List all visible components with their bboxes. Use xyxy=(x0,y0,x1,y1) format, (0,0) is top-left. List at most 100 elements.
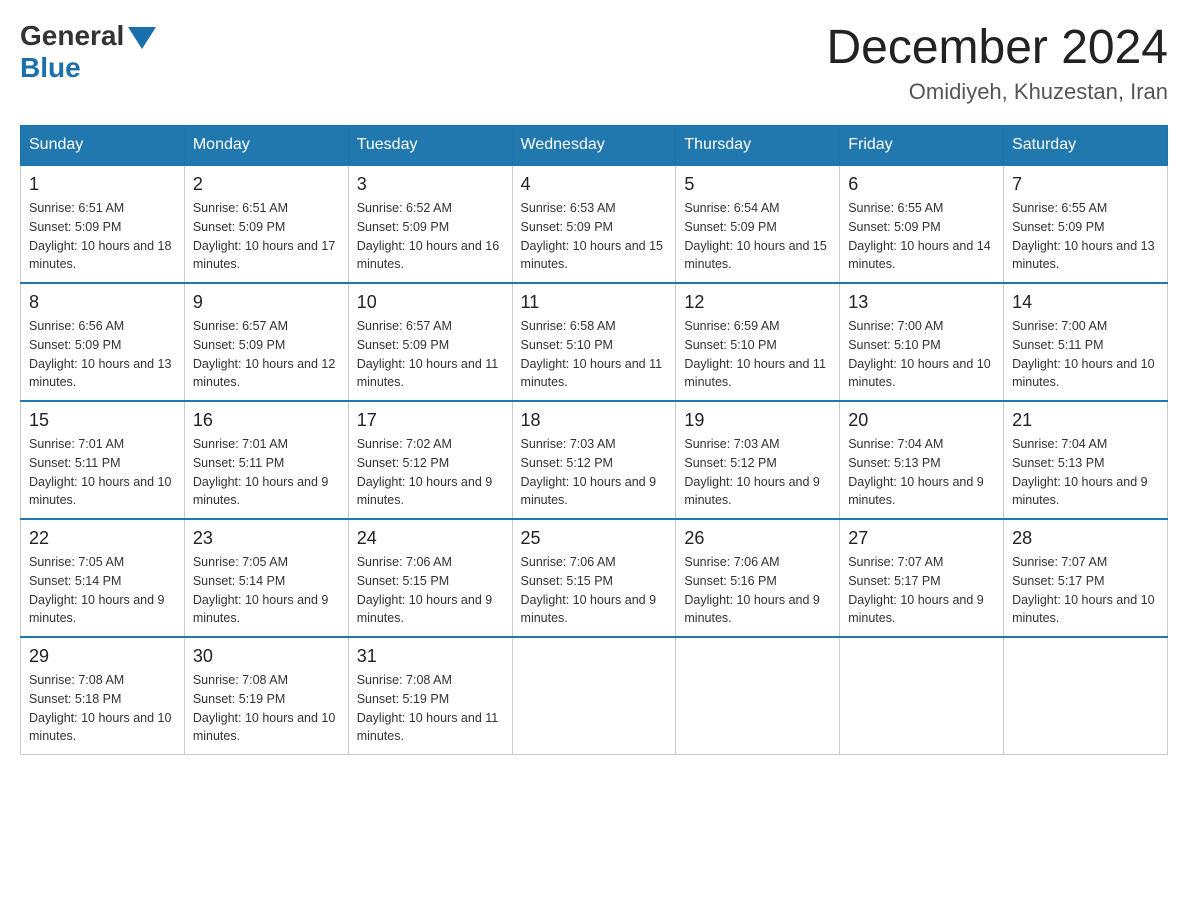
day-info: Sunrise: 6:59 AMSunset: 5:10 PMDaylight:… xyxy=(684,317,831,392)
day-info: Sunrise: 7:07 AMSunset: 5:17 PMDaylight:… xyxy=(848,553,995,628)
calendar-cell: 1 Sunrise: 6:51 AMSunset: 5:09 PMDaylight… xyxy=(21,165,185,283)
calendar-cell: 26 Sunrise: 7:06 AMSunset: 5:16 PMDayligh… xyxy=(676,519,840,637)
calendar-cell: 3 Sunrise: 6:52 AMSunset: 5:09 PMDaylight… xyxy=(348,165,512,283)
calendar-cell: 17Sunrise: 7:02 AMSunset: 5:12 PMDayligh… xyxy=(348,401,512,519)
logo-general-text: General xyxy=(20,20,124,52)
day-info: Sunrise: 7:02 AMSunset: 5:12 PMDaylight:… xyxy=(357,435,504,510)
calendar-cell: 8 Sunrise: 6:56 AMSunset: 5:09 PMDaylight… xyxy=(21,283,185,401)
day-info: Sunrise: 7:05 AMSunset: 5:14 PMDaylight:… xyxy=(29,553,176,628)
day-info: Sunrise: 7:03 AMSunset: 5:12 PMDaylight:… xyxy=(521,435,668,510)
day-number: 23 xyxy=(193,528,340,549)
calendar-cell: 23 Sunrise: 7:05 AMSunset: 5:14 PMDayligh… xyxy=(184,519,348,637)
day-number: 11 xyxy=(521,292,668,313)
day-number: 28 xyxy=(1012,528,1159,549)
day-number: 6 xyxy=(848,174,995,195)
column-header-sunday: Sunday xyxy=(21,126,185,166)
column-header-wednesday: Wednesday xyxy=(512,126,676,166)
column-header-friday: Friday xyxy=(840,126,1004,166)
calendar-cell: 24Sunrise: 7:06 AMSunset: 5:15 PMDayligh… xyxy=(348,519,512,637)
calendar-cell: 4 Sunrise: 6:53 AMSunset: 5:09 PMDaylight… xyxy=(512,165,676,283)
day-number: 3 xyxy=(357,174,504,195)
day-info: Sunrise: 7:05 AMSunset: 5:14 PMDaylight:… xyxy=(193,553,340,628)
day-number: 2 xyxy=(193,174,340,195)
calendar-table: SundayMondayTuesdayWednesdayThursdayFrid… xyxy=(20,125,1168,755)
day-info: Sunrise: 7:00 AMSunset: 5:10 PMDaylight:… xyxy=(848,317,995,392)
day-number: 18 xyxy=(521,410,668,431)
day-number: 25 xyxy=(521,528,668,549)
calendar-cell: 30Sunrise: 7:08 AMSunset: 5:19 PMDayligh… xyxy=(184,637,348,755)
logo-blue-text: Blue xyxy=(20,52,156,84)
calendar-cell: 5 Sunrise: 6:54 AMSunset: 5:09 PMDaylight… xyxy=(676,165,840,283)
calendar-cell: 25 Sunrise: 7:06 AMSunset: 5:15 PMDayligh… xyxy=(512,519,676,637)
logo: General Blue xyxy=(20,20,156,84)
calendar-cell: 9Sunrise: 6:57 AMSunset: 5:09 PMDaylight… xyxy=(184,283,348,401)
calendar-cell: 15Sunrise: 7:01 AMSunset: 5:11 PMDayligh… xyxy=(21,401,185,519)
calendar-cell: 14Sunrise: 7:00 AMSunset: 5:11 PMDayligh… xyxy=(1004,283,1168,401)
day-number: 21 xyxy=(1012,410,1159,431)
calendar-cell xyxy=(1004,637,1168,755)
calendar-cell: 22Sunrise: 7:05 AMSunset: 5:14 PMDayligh… xyxy=(21,519,185,637)
calendar-cell xyxy=(676,637,840,755)
day-info: Sunrise: 7:04 AMSunset: 5:13 PMDaylight:… xyxy=(848,435,995,510)
calendar-cell: 27 Sunrise: 7:07 AMSunset: 5:17 PMDayligh… xyxy=(840,519,1004,637)
calendar-cell: 11 Sunrise: 6:58 AMSunset: 5:10 PMDayligh… xyxy=(512,283,676,401)
calendar-week-row: 15 Sunrise: 7:01 AMSunset: 5:11 PMDayligh… xyxy=(21,401,1168,519)
day-number: 29 xyxy=(29,646,176,667)
calendar-week-row: 29 Sunrise: 7:08 AMSunset: 5:18 PMDayligh… xyxy=(21,637,1168,755)
day-number: 27 xyxy=(848,528,995,549)
page-header: General Blue December 2024 Omidiyeh, Khu… xyxy=(20,20,1168,105)
location-title: Omidiyeh, Khuzestan, Iran xyxy=(826,79,1168,105)
day-info: Sunrise: 7:08 AMSunset: 5:18 PMDaylight:… xyxy=(29,671,176,746)
calendar-cell: 6 Sunrise: 6:55 AMSunset: 5:09 PMDaylight… xyxy=(840,165,1004,283)
calendar-cell: 28 Sunrise: 7:07 AMSunset: 5:17 PMDayligh… xyxy=(1004,519,1168,637)
calendar-cell: 21 Sunrise: 7:04 AMSunset: 5:13 PMDayligh… xyxy=(1004,401,1168,519)
day-info: Sunrise: 7:08 AMSunset: 5:19 PMDaylight:… xyxy=(357,671,504,746)
day-info: Sunrise: 6:53 AMSunset: 5:09 PMDaylight:… xyxy=(521,199,668,274)
column-header-tuesday: Tuesday xyxy=(348,126,512,166)
calendar-cell: 7Sunrise: 6:55 AMSunset: 5:09 PMDaylight… xyxy=(1004,165,1168,283)
calendar-header-row: SundayMondayTuesdayWednesdayThursdayFrid… xyxy=(21,126,1168,166)
calendar-cell: 31Sunrise: 7:08 AMSunset: 5:19 PMDayligh… xyxy=(348,637,512,755)
day-info: Sunrise: 6:51 AMSunset: 5:09 PMDaylight:… xyxy=(193,199,340,274)
day-number: 13 xyxy=(848,292,995,313)
day-info: Sunrise: 6:51 AMSunset: 5:09 PMDaylight:… xyxy=(29,199,176,274)
day-number: 8 xyxy=(29,292,176,313)
day-number: 20 xyxy=(848,410,995,431)
calendar-cell: 20 Sunrise: 7:04 AMSunset: 5:13 PMDayligh… xyxy=(840,401,1004,519)
day-number: 15 xyxy=(29,410,176,431)
day-number: 5 xyxy=(684,174,831,195)
day-number: 9 xyxy=(193,292,340,313)
calendar-week-row: 22Sunrise: 7:05 AMSunset: 5:14 PMDayligh… xyxy=(21,519,1168,637)
calendar-cell xyxy=(512,637,676,755)
day-info: Sunrise: 6:54 AMSunset: 5:09 PMDaylight:… xyxy=(684,199,831,274)
day-info: Sunrise: 7:04 AMSunset: 5:13 PMDaylight:… xyxy=(1012,435,1159,510)
day-info: Sunrise: 7:06 AMSunset: 5:16 PMDaylight:… xyxy=(684,553,831,628)
day-number: 1 xyxy=(29,174,176,195)
day-number: 12 xyxy=(684,292,831,313)
day-info: Sunrise: 7:01 AMSunset: 5:11 PMDaylight:… xyxy=(193,435,340,510)
day-info: Sunrise: 7:06 AMSunset: 5:15 PMDaylight:… xyxy=(521,553,668,628)
day-info: Sunrise: 6:52 AMSunset: 5:09 PMDaylight:… xyxy=(357,199,504,274)
column-header-thursday: Thursday xyxy=(676,126,840,166)
day-info: Sunrise: 6:56 AMSunset: 5:09 PMDaylight:… xyxy=(29,317,176,392)
logo-triangle-icon xyxy=(128,27,156,49)
day-info: Sunrise: 7:03 AMSunset: 5:12 PMDaylight:… xyxy=(684,435,831,510)
title-section: December 2024 Omidiyeh, Khuzestan, Iran xyxy=(826,20,1168,105)
calendar-cell: 10Sunrise: 6:57 AMSunset: 5:09 PMDayligh… xyxy=(348,283,512,401)
day-number: 16 xyxy=(193,410,340,431)
day-info: Sunrise: 6:55 AMSunset: 5:09 PMDaylight:… xyxy=(848,199,995,274)
day-number: 7 xyxy=(1012,174,1159,195)
day-number: 26 xyxy=(684,528,831,549)
column-header-monday: Monday xyxy=(184,126,348,166)
calendar-cell: 19 Sunrise: 7:03 AMSunset: 5:12 PMDayligh… xyxy=(676,401,840,519)
calendar-cell xyxy=(840,637,1004,755)
calendar-week-row: 8 Sunrise: 6:56 AMSunset: 5:09 PMDaylight… xyxy=(21,283,1168,401)
day-number: 19 xyxy=(684,410,831,431)
calendar-week-row: 1 Sunrise: 6:51 AMSunset: 5:09 PMDaylight… xyxy=(21,165,1168,283)
day-number: 30 xyxy=(193,646,340,667)
day-info: Sunrise: 6:58 AMSunset: 5:10 PMDaylight:… xyxy=(521,317,668,392)
day-info: Sunrise: 7:07 AMSunset: 5:17 PMDaylight:… xyxy=(1012,553,1159,628)
day-info: Sunrise: 7:06 AMSunset: 5:15 PMDaylight:… xyxy=(357,553,504,628)
calendar-cell: 18 Sunrise: 7:03 AMSunset: 5:12 PMDayligh… xyxy=(512,401,676,519)
day-number: 4 xyxy=(521,174,668,195)
